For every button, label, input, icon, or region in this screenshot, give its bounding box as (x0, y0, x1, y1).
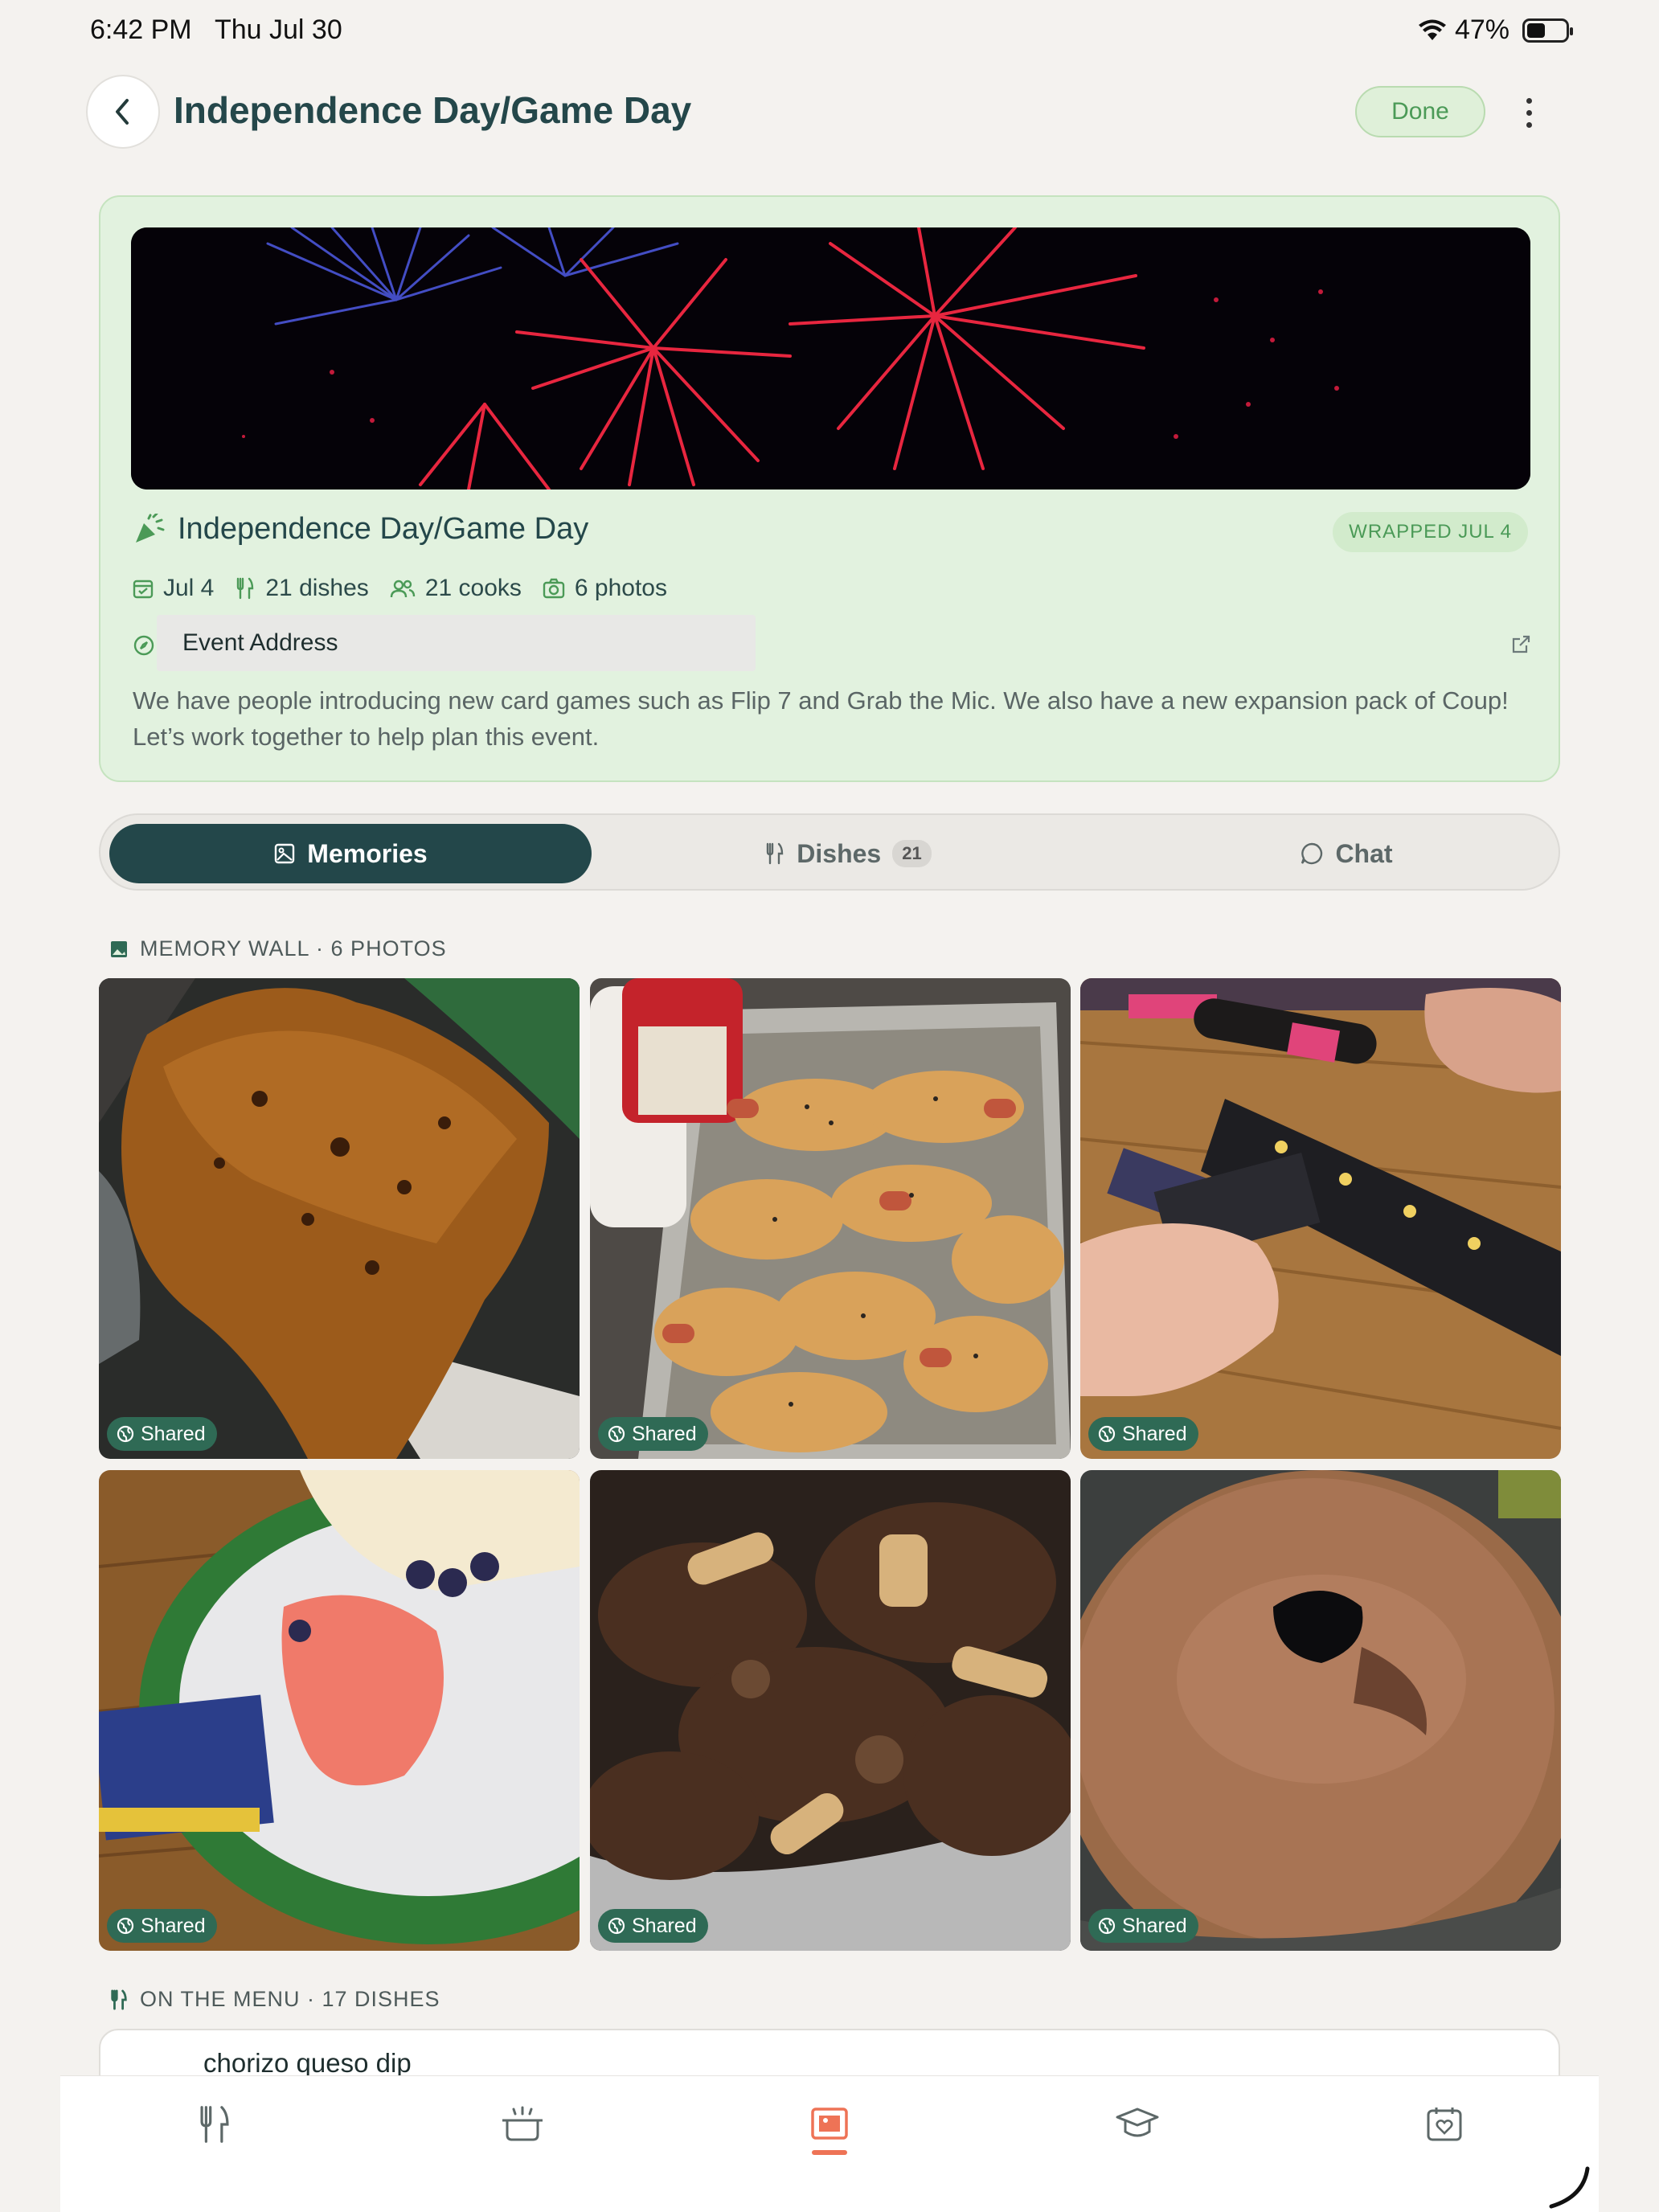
nav-events[interactable] (1420, 2100, 1469, 2149)
party-popper-icon (136, 513, 165, 543)
tab-dishes[interactable]: Dishes 21 (727, 824, 969, 883)
utensils-icon (237, 577, 254, 600)
active-nav-indicator (812, 2150, 847, 2155)
wrapped-badge: WRAPPED JUL 4 (1333, 512, 1528, 552)
event-meta: Jul 4 21 dishes 21 cooks 6 photos (133, 575, 688, 602)
bottom-nav (60, 2075, 1599, 2212)
camera-icon (543, 578, 565, 599)
external-link-icon[interactable] (1510, 634, 1531, 655)
more-options-icon[interactable] (1511, 90, 1546, 135)
image-icon (111, 940, 127, 957)
address-label: Event Address (182, 629, 338, 656)
utensils-icon (111, 1989, 127, 2009)
graduation-cap-icon (1116, 2108, 1159, 2137)
event-photo-count: 6 photos (543, 575, 667, 602)
calendar-icon (133, 580, 154, 599)
cooking-pot-icon (502, 2106, 543, 2141)
chevron-left-icon (116, 99, 129, 125)
menu-heading: ON THE MENU · 17 DISHES (109, 1987, 440, 2012)
nav-dishes[interactable] (190, 2100, 239, 2149)
event-name: Independence Day/Game Day (178, 512, 589, 546)
memory-photo[interactable]: Shared (590, 978, 1071, 1459)
globe-icon (1098, 1425, 1116, 1443)
dish-name: chorizo queso dip (203, 2048, 412, 2078)
section-tabs: Memories Dishes 21 Chat (99, 813, 1560, 891)
dishes-count-badge: 21 (892, 840, 932, 867)
battery-percent: 47% (1454, 14, 1509, 45)
shared-badge: Shared (1088, 1909, 1198, 1943)
memory-photo[interactable]: Shared (99, 978, 580, 1459)
battery-icon (1522, 18, 1573, 43)
event-banner-image (131, 227, 1530, 490)
wifi-icon (1418, 19, 1446, 40)
shared-badge: Shared (107, 1909, 217, 1943)
event-address-row[interactable]: Event Address (133, 615, 1531, 671)
nav-cooking[interactable] (498, 2100, 547, 2149)
utensils-icon (767, 842, 784, 865)
globe-icon (117, 1425, 134, 1443)
status-time: 6:42 PM Thu Jul 30 (90, 14, 342, 45)
memory-photo[interactable]: Shared (590, 1470, 1071, 1951)
globe-icon (1098, 1917, 1116, 1935)
scroll-indicator (1549, 2166, 1590, 2209)
event-dish-count: 21 dishes (235, 575, 369, 602)
event-description: We have people introducing new card game… (133, 686, 1509, 751)
nav-gallery[interactable] (805, 2100, 854, 2149)
shared-badge: Shared (1088, 1417, 1198, 1451)
event-cook-count: 21 cooks (390, 575, 522, 602)
page-title: Independence Day/Game Day (174, 89, 692, 131)
image-icon (275, 843, 295, 864)
memory-photo[interactable]: Shared (1080, 978, 1561, 1459)
chat-bubble-icon (1301, 842, 1323, 865)
status-right: 47% (1418, 14, 1573, 46)
shared-badge: Shared (598, 1417, 708, 1451)
event-card: Independence Day/Game Day WRAPPED JUL 4 … (99, 195, 1560, 782)
utensils-icon (200, 2106, 229, 2143)
event-date: Jul 4 (133, 575, 214, 602)
globe-icon (117, 1917, 134, 1935)
status-bar: 6:42 PM Thu Jul 30 47% (0, 11, 1659, 51)
globe-icon (608, 1917, 625, 1935)
calendar-heart-icon (1427, 2108, 1462, 2141)
event-name-row: Independence Day/Game Day (133, 512, 588, 547)
users-icon (390, 580, 416, 598)
globe-icon (608, 1425, 625, 1443)
memory-wall-heading: MEMORY WALL · 6 PHOTOS (109, 936, 447, 961)
shared-badge: Shared (107, 1417, 217, 1451)
tab-chat[interactable]: Chat (1226, 824, 1467, 883)
tab-memories[interactable]: Memories (109, 824, 592, 883)
compass-icon (133, 635, 154, 656)
gallery-icon (811, 2108, 848, 2140)
memory-photo[interactable]: Shared (1080, 1470, 1561, 1951)
back-button[interactable] (86, 75, 160, 149)
nav-learn[interactable] (1113, 2100, 1161, 2149)
memory-photo[interactable]: Shared (99, 1470, 580, 1951)
done-button[interactable]: Done (1355, 86, 1485, 137)
shared-badge: Shared (598, 1909, 708, 1943)
